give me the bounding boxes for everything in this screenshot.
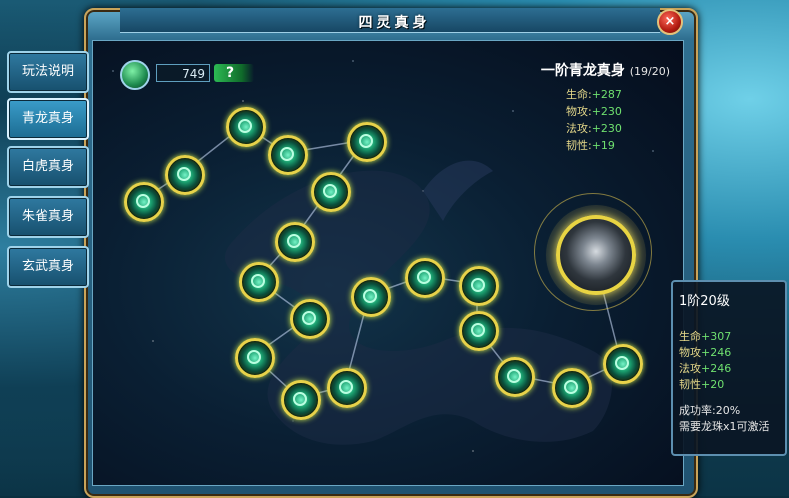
tab-vermilion-bird[interactable]: 朱雀真身 [7, 196, 89, 238]
stat-row: 生命:+287 [566, 88, 622, 101]
star-node[interactable] [281, 380, 321, 420]
star-node[interactable] [347, 122, 387, 162]
tooltip-stat: 韧性+20 [679, 378, 725, 391]
stat-row: 韧性:+19 [566, 139, 615, 152]
stage-name: 一阶青龙真身 [540, 63, 625, 79]
star-node[interactable] [275, 222, 315, 262]
tooltip-stat: 物攻+246 [679, 346, 732, 359]
help-button[interactable]: ? [214, 64, 254, 82]
tab-rules[interactable]: 玩法说明 [7, 51, 89, 93]
stat-row: 法攻:+230 [566, 122, 622, 135]
star-node[interactable] [235, 338, 275, 378]
star-node[interactable] [327, 368, 367, 408]
node-tooltip: 1阶20级 生命+307 物攻+246 法攻+246 韧性+20 成功率:20%… [671, 280, 787, 456]
tooltip-title: 1阶20级 [679, 294, 730, 309]
tooltip-stat: 法攻+246 [679, 362, 732, 375]
stat-row: 物攻:+230 [566, 105, 622, 118]
activation-requirement: 需要龙珠x1可激活 [679, 420, 770, 433]
star-node[interactable] [552, 368, 592, 408]
tooltip-stat: 生命+307 [679, 330, 732, 343]
tab-azure-dragon[interactable]: 青龙真身 [7, 98, 89, 140]
dragon-pearl-icon [120, 60, 150, 90]
pearl-count: 749 [156, 64, 210, 82]
star-node[interactable] [226, 107, 266, 147]
star-node[interactable] [459, 266, 499, 306]
star-node[interactable] [459, 311, 499, 351]
star-node[interactable] [603, 344, 643, 384]
star-node[interactable] [495, 357, 535, 397]
close-button[interactable]: × [657, 9, 683, 35]
success-rate: 成功率:20% [679, 404, 741, 417]
stage-stats: 生命:+287 物攻:+230 法攻:+230 韧性:+19 [566, 86, 622, 154]
stage-title: 一阶青龙真身 (19/20) [500, 60, 670, 80]
tab-black-tortoise[interactable]: 玄武真身 [7, 246, 89, 288]
tab-white-tiger[interactable]: 白虎真身 [7, 146, 89, 188]
stage-progress: (19/20) [629, 65, 670, 78]
star-node[interactable] [351, 277, 391, 317]
star-node[interactable] [311, 172, 351, 212]
star-node[interactable] [124, 182, 164, 222]
dragon-head-node[interactable] [556, 215, 636, 295]
star-node[interactable] [165, 155, 205, 195]
star-node[interactable] [405, 258, 445, 298]
star-node[interactable] [239, 262, 279, 302]
star-node[interactable] [268, 135, 308, 175]
star-node[interactable] [290, 299, 330, 339]
